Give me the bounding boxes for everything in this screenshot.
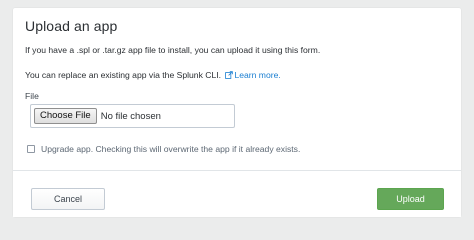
file-input[interactable]: Choose File No file chosen <box>30 104 235 128</box>
dialog-title: Upload an app <box>25 18 118 34</box>
cli-info-text: You can replace an existing app via the … <box>25 70 222 80</box>
upload-button[interactable]: Upload <box>377 188 444 210</box>
upgrade-option: Upgrade app. Checking this will overwrit… <box>27 144 300 154</box>
instruction-text: If you have a .spl or .tar.gz app file t… <box>25 45 321 55</box>
upgrade-app-label[interactable]: Upgrade app. Checking this will overwrit… <box>41 144 300 154</box>
dialog-footer: Cancel Upload <box>13 171 461 217</box>
cancel-button[interactable]: Cancel <box>31 188 105 210</box>
no-file-chosen-text: No file chosen <box>100 110 161 122</box>
file-label: File <box>25 91 39 101</box>
external-link-icon <box>225 71 234 79</box>
upload-app-dialog: Upload an app If you have a .spl or .tar… <box>13 8 461 217</box>
upgrade-app-checkbox[interactable] <box>27 145 35 153</box>
learn-more-link[interactable]: Learn more. <box>234 70 280 80</box>
cli-info-line: You can replace an existing app via the … <box>25 70 281 80</box>
choose-file-button[interactable]: Choose File <box>34 108 97 124</box>
